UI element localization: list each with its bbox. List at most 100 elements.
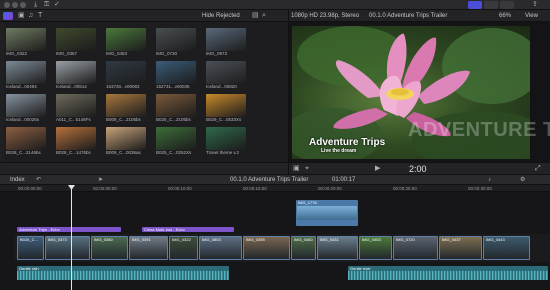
audio-meter-icon[interactable]: ♪ [488,176,491,184]
timeline-clip[interactable]: IMG_0443 [483,236,530,260]
browser-clip[interactable]: IMG_0367 [56,28,96,56]
timeline-clip[interactable]: IMG_0322 [169,236,198,260]
timeline-clip-label: IMG_0431 [320,237,339,242]
overlay-title: Adventure Trips [309,137,386,148]
browser-clip[interactable]: B025_C...2105bs [156,94,196,122]
transform-icon[interactable]: ⌖ [305,165,309,173]
arrow-tool-icon[interactable]: ➤ [98,176,103,184]
index-button[interactable]: Index [10,176,25,184]
minimize-window-button[interactable] [12,2,18,8]
fullscreen-icon[interactable]: ⤢ [535,165,541,173]
timeline-ruler[interactable]: 00:00:00:00 00:00:05:00 00:00:10:00 00:00:1… [0,185,550,192]
browser-clip[interactable]: 152731...v00035 [156,61,196,89]
photos-icon[interactable]: ▣ [18,12,25,20]
timeline-clip[interactable]: B025_C... [17,236,44,260]
clip-filter-select[interactable]: Hide Rejected [202,12,240,20]
filmstrip-view-icon[interactable]: ▤ [252,12,259,20]
timeline-clip[interactable]: IMG_0395 [243,236,290,260]
zoom-select[interactable]: 66% [499,12,511,20]
connected-clip[interactable]: IMG_1776 [296,200,358,226]
timeline-project-name: 00.1.0 Adventure Trips Trailer [230,177,309,183]
timeline-clip[interactable]: IMG_0391 [129,236,168,260]
clip-name: B009_C...0036as [106,150,141,155]
clip-name: IMG_0367 [56,51,78,56]
zoom-window-button[interactable] [20,2,26,8]
browser-clip[interactable]: B009_C...0036as [106,127,146,155]
audio-clip-1[interactable]: Gentle rain [17,266,229,280]
browser-clip[interactable]: B028_C...1476bs [56,127,96,155]
title-clip-1[interactable]: Adventure Trips - Echo [17,227,121,232]
layout-browser-button[interactable] [468,1,482,9]
timeline-clip-label: IMG_0373 [48,237,67,242]
clip-name: IMG_0730 [156,51,178,56]
browser-clip[interactable]: B028_C...2146bs [6,127,46,155]
clip-name: Iceland...00514 [56,84,87,89]
clip-thumbnail [206,28,246,51]
viewer-bar: 1080p HD 23.98p, Stereo 00.1.0 Adventure… [288,10,550,22]
browser-clip[interactable]: Travel theme v.2 [206,127,246,155]
clip-thumbnail [56,94,96,117]
timeline-clip-label: IMG_0453 [362,237,381,242]
close-window-button[interactable] [4,2,10,8]
browser-clip[interactable]: 153730...v00083 [106,61,146,89]
project-name: 00.1.0 Adventure Trips Trailer [369,13,448,19]
browser-clip[interactable]: IMG_0453 [106,28,146,56]
clip-thumbnail [56,127,96,150]
undo-icon[interactable]: ↶ [36,176,41,184]
timeline-clip-label: IMG_0360 [94,237,113,242]
keyword-icon[interactable]: ⚿ [44,1,49,9]
search-icon[interactable]: ⌕ [262,12,266,20]
audio-waveform-1 [17,271,229,280]
title-clip-2[interactable]: China Mobi-Inst - Echo [142,227,234,232]
audio-clip-2[interactable]: Gentle river [348,266,548,280]
timeline-clip[interactable]: IMG_0853 [199,236,242,260]
browser-clip[interactable]: B029_C...0533Xs [206,94,246,122]
browser-clip[interactable]: Iceland...00026s [6,94,46,122]
playhead[interactable] [71,185,72,290]
timeline-clip[interactable]: IMG_0373 [45,236,90,260]
timeline-clip[interactable]: IMG_0460 [291,236,316,260]
timeline-header: Index ↶ ➤ 00.1.0 Adventure Trips Trailer… [0,174,550,185]
browser-clip[interactable]: Iceland...00820 [206,61,246,89]
export-icon[interactable]: ⇪ [532,1,538,9]
ruler-tick-label: 00:00:20:00 [318,186,342,191]
browser-clip[interactable]: IMG_0322 [6,28,46,56]
timeline-clip[interactable]: IMG_0720 [393,236,438,260]
ruler-tick-label: 00:00:15:00 [243,186,267,191]
view-menu[interactable]: View [525,12,538,20]
browser-clip[interactable]: Iceland...00514 [56,61,96,89]
timeline-clip[interactable]: IMG_0453 [359,236,392,260]
clip-name: B025_C...2105bs [156,117,191,122]
browser-controls [0,162,288,174]
browser-clip[interactable]: IMG_0873 [206,28,246,56]
browser-clip[interactable]: Iceland...00494 [6,61,46,89]
play-icon[interactable]: ▶ [375,165,380,173]
browser-clip[interactable]: IMG_0730 [156,28,196,56]
settings-icon[interactable]: ⚙ [520,176,525,184]
main-toolbar: ⤓ ⚿ ✓ ⇪ [0,0,550,10]
clip-thumbnail [156,94,196,117]
titles-icon[interactable]: T [38,12,42,20]
viewer-controls: ▣ ⌖ ▶ 2:00 ⤢ [288,162,550,174]
timeline-clip[interactable]: IMG_0437 [439,236,482,260]
browser-clip[interactable]: A011_C...5148Fs [56,94,96,122]
import-icon[interactable]: ⤓ [34,1,37,9]
timeline-clip[interactable]: IMG_0360 [91,236,128,260]
clip-thumbnail [6,28,46,51]
timeline-clip-label: IMG_0391 [132,237,151,242]
check-icon[interactable]: ✓ [54,1,60,9]
browser-bar: ▣ ♫ T Hide Rejected ▤ ⌕ [0,10,288,22]
browser-clip[interactable]: B009_C...2105bs [106,94,146,122]
clip-thumbnail [106,127,146,150]
libraries-icon[interactable] [3,12,13,20]
browser-clip[interactable]: B025_C...0252Xs [156,127,196,155]
ruler-tick-label: 00:00:05:00 [93,186,117,191]
music-icon[interactable]: ♫ [28,12,33,20]
clip-thumbnail [6,61,46,84]
clip-thumbnail [106,94,146,117]
timeline-clip[interactable]: IMG_0431 [317,236,358,260]
viewer-options-icon[interactable]: ▣ [293,165,300,173]
clip-thumbnail [106,61,146,84]
layout-inspector-button[interactable] [484,1,498,9]
layout-timeline-button[interactable] [500,1,514,9]
